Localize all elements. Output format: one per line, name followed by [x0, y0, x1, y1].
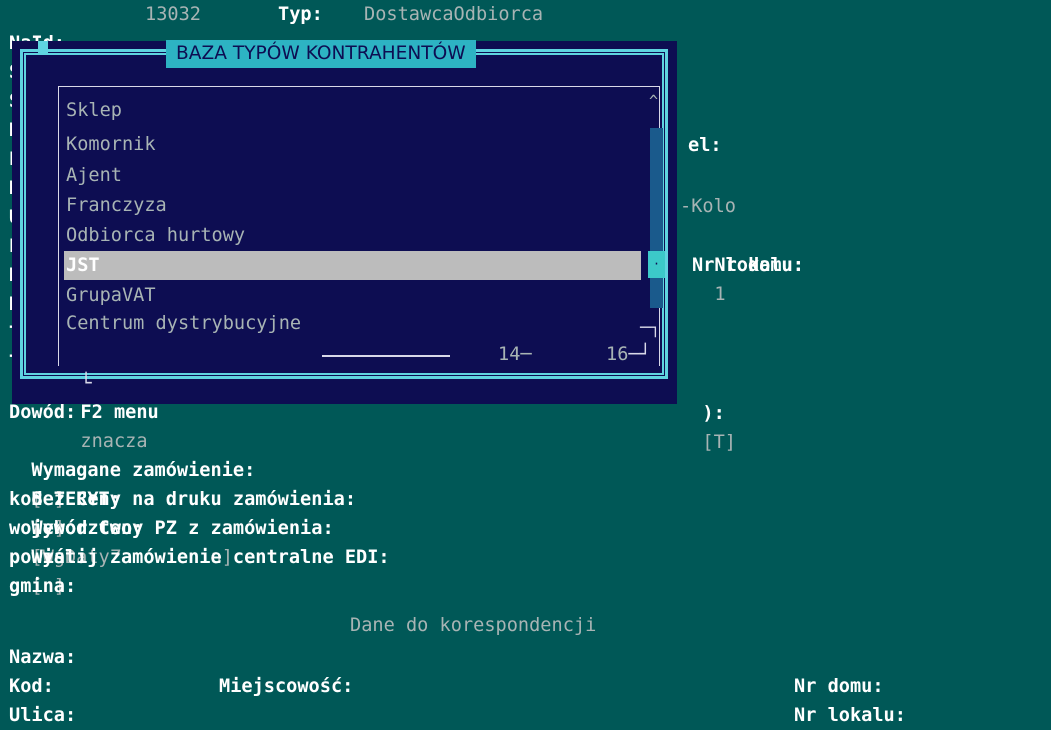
- id-value[interactable]: 13032: [145, 0, 201, 29]
- nr-lokalu2-label: Nr lokalu:: [794, 705, 906, 726]
- t-flag-prefix: ):: [702, 403, 725, 424]
- footer-search-text: znacza: [80, 431, 148, 452]
- total-counter: 16─┘: [606, 344, 651, 365]
- list-item-grupavat[interactable]: GrupaVAT: [66, 281, 636, 310]
- list-item-franczyza[interactable]: Franczyza: [66, 191, 636, 220]
- teryt-label: kod TERYT:: [9, 489, 121, 510]
- position-counter: 14─: [498, 344, 532, 365]
- list-item-centrum-dystrybucyjne[interactable]: Centrum dystrybucyjne: [66, 309, 636, 338]
- tel-label: el:: [688, 135, 722, 156]
- t-flag-value[interactable]: [T]: [702, 432, 736, 453]
- scrollbar-track[interactable]: [650, 128, 663, 308]
- footer-line: [322, 355, 450, 357]
- list-item-ajent[interactable]: Ajent: [66, 161, 636, 190]
- scrollbar-thumb[interactable]: ·: [648, 251, 665, 278]
- nr-domu2-label: Nr domu:: [794, 676, 884, 697]
- wojewodztwo-label: województwo:: [9, 518, 144, 539]
- dialog-title: BAZA TYPÓW KONTRAHENTÓW: [166, 40, 476, 68]
- footer-corner-icon: └: [80, 373, 92, 394]
- nr-lokalu-label: Nr lokalu:: [692, 255, 804, 276]
- f2-menu-label[interactable]: F2 menu: [80, 402, 158, 423]
- typ-value[interactable]: DostawcaOdbiorca: [364, 0, 543, 29]
- kolo-text: -Kolo: [680, 196, 736, 217]
- list-item-sklep[interactable]: Sklep: [66, 96, 636, 125]
- korespondencja-header: Dane do korespondencji: [350, 615, 597, 636]
- scroll-bottom-corner-icon: ─┐: [640, 318, 661, 338]
- scroll-up-icon[interactable]: ^: [649, 92, 658, 110]
- list-item-jst-selected[interactable]: JST: [64, 251, 641, 280]
- dialog-close-marker[interactable]: [38, 41, 48, 55]
- list-item-komornik[interactable]: Komornik: [66, 130, 636, 159]
- nr-domu-value[interactable]: 1: [714, 284, 725, 305]
- nazwa-label: Nazwa:: [9, 647, 77, 668]
- list-item-odbiorca-hurtowy[interactable]: Odbiorca hurtowy: [66, 221, 636, 250]
- ulica-label: Ulica:: [9, 705, 77, 726]
- powiat-label: powiat:: [9, 547, 88, 568]
- kod-label: Kod:: [9, 676, 54, 697]
- id-row: Id:: [9, 0, 65, 54]
- gmina-label: gmina:: [9, 576, 77, 597]
- miejscowosc-label: Miejscowość:: [219, 676, 354, 697]
- total-value: 16: [606, 344, 629, 365]
- nr-domu-row: Nr domu: 1: [692, 222, 804, 305]
- typ-label: Typ:: [278, 4, 323, 25]
- t-flag-row: ): [T]: [680, 370, 736, 453]
- dialog-footer: └ F2 menu znacza: [58, 340, 158, 452]
- position-value: 14: [498, 344, 521, 365]
- bez-ceny-row: Bez Ceny na druku zamówienia: [ ] Wyślij…: [9, 456, 389, 597]
